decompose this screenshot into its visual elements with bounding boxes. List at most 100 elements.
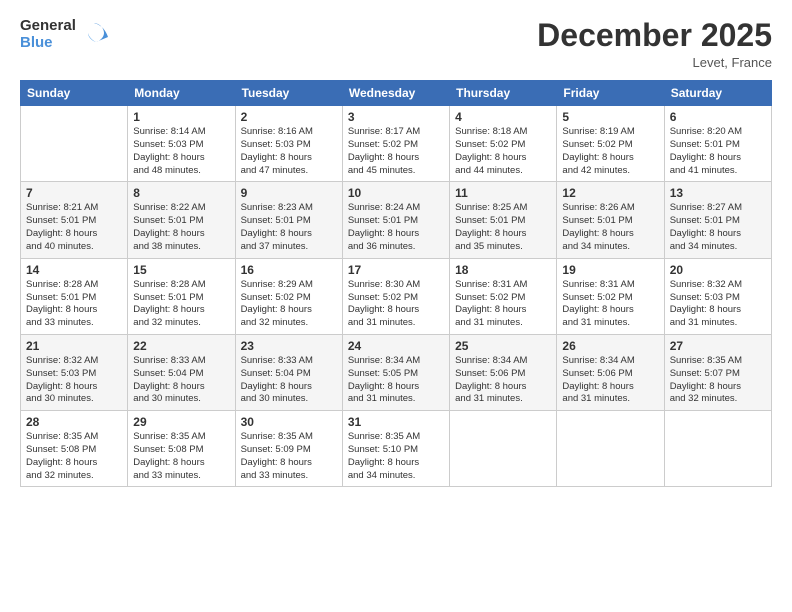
day-number: 22 [133, 339, 229, 353]
table-row [664, 411, 771, 487]
day-number: 13 [670, 186, 766, 200]
day-info: Sunrise: 8:30 AM Sunset: 5:02 PM Dayligh… [348, 279, 444, 330]
day-number: 28 [26, 415, 122, 429]
calendar-week-row: 1Sunrise: 8:14 AM Sunset: 5:03 PM Daylig… [21, 106, 772, 182]
table-row: 5 Sunrise: 8:19 AM Sunset: 5:02 PM Daylig… [557, 106, 664, 182]
day-number: 31 [348, 415, 444, 429]
calendar-week-row: 14 Sunrise: 8:28 AM Sunset: 5:01 PM Dayli… [21, 258, 772, 334]
day-info: Sunrise: 8:28 AM Sunset: 5:01 PM Dayligh… [26, 279, 122, 330]
day-number: 23 [241, 339, 337, 353]
calendar-week-row: 7 Sunrise: 8:21 AM Sunset: 5:01 PM Daylig… [21, 182, 772, 258]
day-number: 7 [26, 186, 122, 200]
day-info: Sunrise: 8:20 AM Sunset: 5:01 PM Dayligh… [670, 126, 766, 177]
table-row: 27 Sunrise: 8:35 AM Sunset: 5:07 PM Dayli… [664, 334, 771, 410]
table-row: 11 Sunrise: 8:25 AM Sunset: 5:01 PM Dayli… [450, 182, 557, 258]
logo-general: General [20, 18, 76, 35]
day-info: Sunrise: 8:19 AM Sunset: 5:02 PM Dayligh… [562, 126, 658, 177]
day-number: 1 [133, 110, 229, 124]
table-row [557, 411, 664, 487]
table-row [21, 106, 128, 182]
table-row: 31 Sunrise: 8:35 AM Sunset: 5:10 PM Dayli… [342, 411, 449, 487]
day-info: Sunrise: 8:34 AM Sunset: 5:06 PM Dayligh… [455, 355, 551, 406]
day-number: 18 [455, 263, 551, 277]
table-row: 18 Sunrise: 8:31 AM Sunset: 5:02 PM Dayli… [450, 258, 557, 334]
day-number: 15 [133, 263, 229, 277]
day-number: 14 [26, 263, 122, 277]
title-section: December 2025 Levet, France [537, 18, 772, 70]
col-thursday: Thursday [450, 81, 557, 106]
day-info: Sunrise: 8:31 AM Sunset: 5:02 PM Dayligh… [455, 279, 551, 330]
day-number: 11 [455, 186, 551, 200]
day-number: 3 [348, 110, 444, 124]
day-info: Sunrise: 8:35 AM Sunset: 5:09 PM Dayligh… [241, 431, 337, 482]
day-info: Sunrise: 8:26 AM Sunset: 5:01 PM Dayligh… [562, 202, 658, 253]
day-number: 27 [670, 339, 766, 353]
month-title: December 2025 [537, 18, 772, 53]
day-info: Sunrise: 8:32 AM Sunset: 5:03 PM Dayligh… [670, 279, 766, 330]
table-row: 24 Sunrise: 8:34 AM Sunset: 5:05 PM Dayli… [342, 334, 449, 410]
table-row: 4 Sunrise: 8:18 AM Sunset: 5:02 PM Daylig… [450, 106, 557, 182]
col-sunday: Sunday [21, 81, 128, 106]
day-number: 29 [133, 415, 229, 429]
day-info: Sunrise: 8:34 AM Sunset: 5:05 PM Dayligh… [348, 355, 444, 406]
day-number: 24 [348, 339, 444, 353]
day-number: 10 [348, 186, 444, 200]
day-number: 5 [562, 110, 658, 124]
day-info: Sunrise: 8:33 AM Sunset: 5:04 PM Dayligh… [241, 355, 337, 406]
table-row: 19Sunrise: 8:31 AM Sunset: 5:02 PM Dayli… [557, 258, 664, 334]
day-info: Sunrise: 8:35 AM Sunset: 5:08 PM Dayligh… [26, 431, 122, 482]
col-friday: Friday [557, 81, 664, 106]
day-number: 30 [241, 415, 337, 429]
table-row: 12 Sunrise: 8:26 AM Sunset: 5:01 PM Dayli… [557, 182, 664, 258]
day-info: Sunrise: 8:34 AM Sunset: 5:06 PM Dayligh… [562, 355, 658, 406]
table-row: 3Sunrise: 8:17 AM Sunset: 5:02 PM Daylig… [342, 106, 449, 182]
table-row: 9 Sunrise: 8:23 AM Sunset: 5:01 PM Daylig… [235, 182, 342, 258]
table-row: 10Sunrise: 8:24 AM Sunset: 5:01 PM Dayli… [342, 182, 449, 258]
table-row: 28 Sunrise: 8:35 AM Sunset: 5:08 PM Dayli… [21, 411, 128, 487]
table-row: 14 Sunrise: 8:28 AM Sunset: 5:01 PM Dayli… [21, 258, 128, 334]
logo-blue: Blue [20, 35, 76, 52]
day-number: 17 [348, 263, 444, 277]
table-row: 1Sunrise: 8:14 AM Sunset: 5:03 PM Daylig… [128, 106, 235, 182]
table-row: 25 Sunrise: 8:34 AM Sunset: 5:06 PM Dayli… [450, 334, 557, 410]
table-row: 13Sunrise: 8:27 AM Sunset: 5:01 PM Dayli… [664, 182, 771, 258]
table-row: 26 Sunrise: 8:34 AM Sunset: 5:06 PM Dayli… [557, 334, 664, 410]
bird-icon [80, 19, 108, 51]
day-number: 9 [241, 186, 337, 200]
table-row: 16Sunrise: 8:29 AM Sunset: 5:02 PM Dayli… [235, 258, 342, 334]
table-row: 23 Sunrise: 8:33 AM Sunset: 5:04 PM Dayli… [235, 334, 342, 410]
day-info: Sunrise: 8:32 AM Sunset: 5:03 PM Dayligh… [26, 355, 122, 406]
day-number: 8 [133, 186, 229, 200]
table-row: 22Sunrise: 8:33 AM Sunset: 5:04 PM Dayli… [128, 334, 235, 410]
header: General Blue December 2025 Levet, France [20, 18, 772, 70]
col-tuesday: Tuesday [235, 81, 342, 106]
day-info: Sunrise: 8:35 AM Sunset: 5:10 PM Dayligh… [348, 431, 444, 482]
day-info: Sunrise: 8:18 AM Sunset: 5:02 PM Dayligh… [455, 126, 551, 177]
day-info: Sunrise: 8:23 AM Sunset: 5:01 PM Dayligh… [241, 202, 337, 253]
day-info: Sunrise: 8:22 AM Sunset: 5:01 PM Dayligh… [133, 202, 229, 253]
day-info: Sunrise: 8:35 AM Sunset: 5:07 PM Dayligh… [670, 355, 766, 406]
day-info: Sunrise: 8:25 AM Sunset: 5:01 PM Dayligh… [455, 202, 551, 253]
day-number: 4 [455, 110, 551, 124]
calendar-page: General Blue December 2025 Levet, France… [0, 0, 792, 612]
location: Levet, France [537, 55, 772, 70]
day-number: 26 [562, 339, 658, 353]
day-info: Sunrise: 8:21 AM Sunset: 5:01 PM Dayligh… [26, 202, 122, 253]
col-monday: Monday [128, 81, 235, 106]
calendar-week-row: 21Sunrise: 8:32 AM Sunset: 5:03 PM Dayli… [21, 334, 772, 410]
day-number: 25 [455, 339, 551, 353]
day-info: Sunrise: 8:28 AM Sunset: 5:01 PM Dayligh… [133, 279, 229, 330]
day-info: Sunrise: 8:35 AM Sunset: 5:08 PM Dayligh… [133, 431, 229, 482]
table-row: 15 Sunrise: 8:28 AM Sunset: 5:01 PM Dayli… [128, 258, 235, 334]
logo: General Blue [20, 18, 108, 51]
table-row: 30 Sunrise: 8:35 AM Sunset: 5:09 PM Dayli… [235, 411, 342, 487]
table-row: 2Sunrise: 8:16 AM Sunset: 5:03 PM Daylig… [235, 106, 342, 182]
day-info: Sunrise: 8:31 AM Sunset: 5:02 PM Dayligh… [562, 279, 658, 330]
col-wednesday: Wednesday [342, 81, 449, 106]
day-number: 12 [562, 186, 658, 200]
day-number: 6 [670, 110, 766, 124]
calendar-week-row: 28 Sunrise: 8:35 AM Sunset: 5:08 PM Dayli… [21, 411, 772, 487]
table-row: 7 Sunrise: 8:21 AM Sunset: 5:01 PM Daylig… [21, 182, 128, 258]
col-saturday: Saturday [664, 81, 771, 106]
table-row: 6 Sunrise: 8:20 AM Sunset: 5:01 PM Daylig… [664, 106, 771, 182]
